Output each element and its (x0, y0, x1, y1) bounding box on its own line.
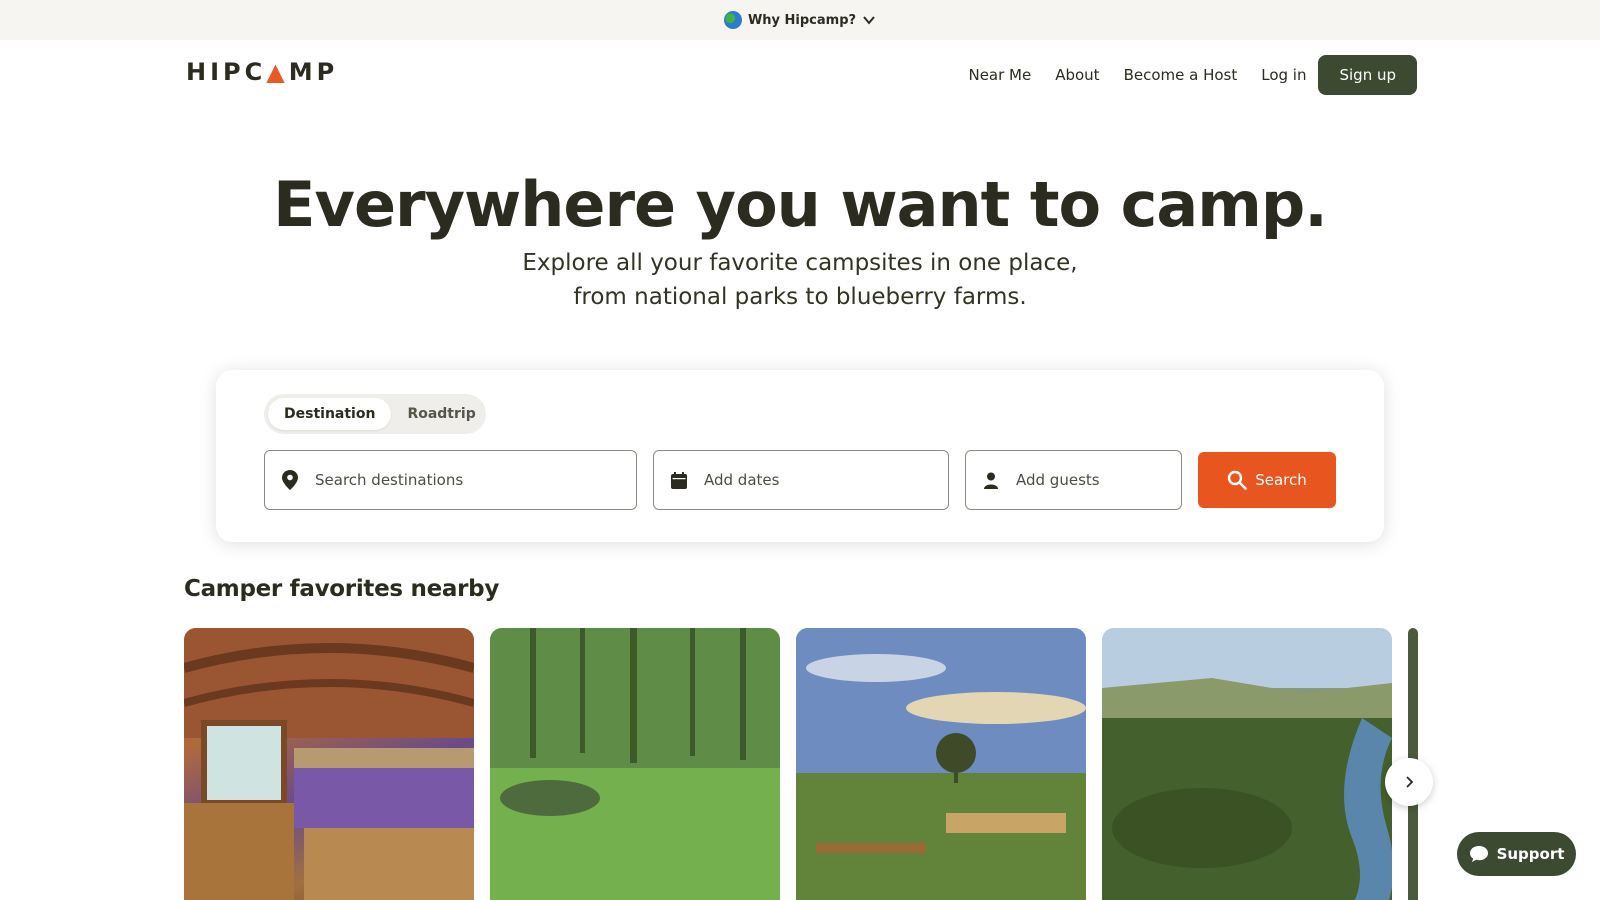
calendar-icon (654, 471, 704, 489)
hero-subtitle-line-1: Explore all your favorite campsites in o… (522, 250, 1078, 276)
why-hipcamp-banner[interactable]: Why Hipcamp? (0, 0, 1600, 40)
hilltop-picnic-sunset-photo (796, 628, 1086, 900)
listing-card[interactable] (1102, 628, 1392, 900)
hero-subtitle-line-2: from national parks to blueberry farms. (573, 284, 1027, 310)
search-button-label: Search (1255, 471, 1307, 489)
cabin-interior-photo (184, 628, 474, 900)
carousel-next-button[interactable] (1385, 758, 1433, 806)
search-button[interactable]: Search (1198, 452, 1336, 508)
search-mode-toggle: Destination Roadtrip (264, 394, 486, 434)
listing-card[interactable] (490, 628, 780, 900)
listing-card[interactable] (796, 628, 1086, 900)
why-hipcamp-label: Why Hipcamp? (747, 12, 857, 28)
hipcamp-logo[interactable]: HIPC▲MP (186, 58, 338, 86)
chevron-down-icon (863, 16, 875, 25)
hero-title: Everywhere you want to camp. (273, 168, 1328, 241)
search-icon (1228, 470, 1248, 490)
hero-subtitle: Explore all your favorite campsites in o… (0, 246, 1600, 314)
nav-about[interactable]: About (1043, 55, 1111, 95)
forest-lawn-photo (490, 628, 780, 900)
dates-input[interactable]: Add dates (653, 450, 949, 510)
chat-bubble-icon (1469, 846, 1488, 862)
nav-log-in[interactable]: Log in (1249, 55, 1318, 95)
section-title: Camper favorites nearby (184, 576, 500, 602)
river-valley-aerial-photo (1102, 628, 1392, 900)
person-icon (966, 472, 1016, 489)
listing-card[interactable] (184, 628, 474, 900)
tab-roadtrip[interactable]: Roadtrip (391, 398, 491, 430)
map-pin-icon (265, 470, 315, 490)
globe-icon (723, 11, 742, 29)
guests-input[interactable]: Add guests (965, 450, 1182, 510)
destination-placeholder: Search destinations (315, 471, 464, 489)
search-panel: Destination Roadtrip Search destinations… (216, 370, 1384, 542)
tab-destination[interactable]: Destination (268, 398, 392, 430)
dates-placeholder: Add dates (704, 471, 780, 489)
nav-become-host[interactable]: Become a Host (1112, 55, 1250, 95)
guests-placeholder: Add guests (1016, 471, 1100, 489)
nav-near-me[interactable]: Near Me (956, 55, 1043, 95)
destination-input[interactable]: Search destinations (264, 450, 637, 510)
main-nav: Near Me About Become a Host Log in Sign … (956, 55, 1417, 95)
sign-up-button[interactable]: Sign up (1318, 55, 1417, 95)
support-button[interactable]: Support (1457, 832, 1576, 876)
support-label: Support (1496, 845, 1565, 863)
chevron-right-icon (1406, 776, 1414, 788)
